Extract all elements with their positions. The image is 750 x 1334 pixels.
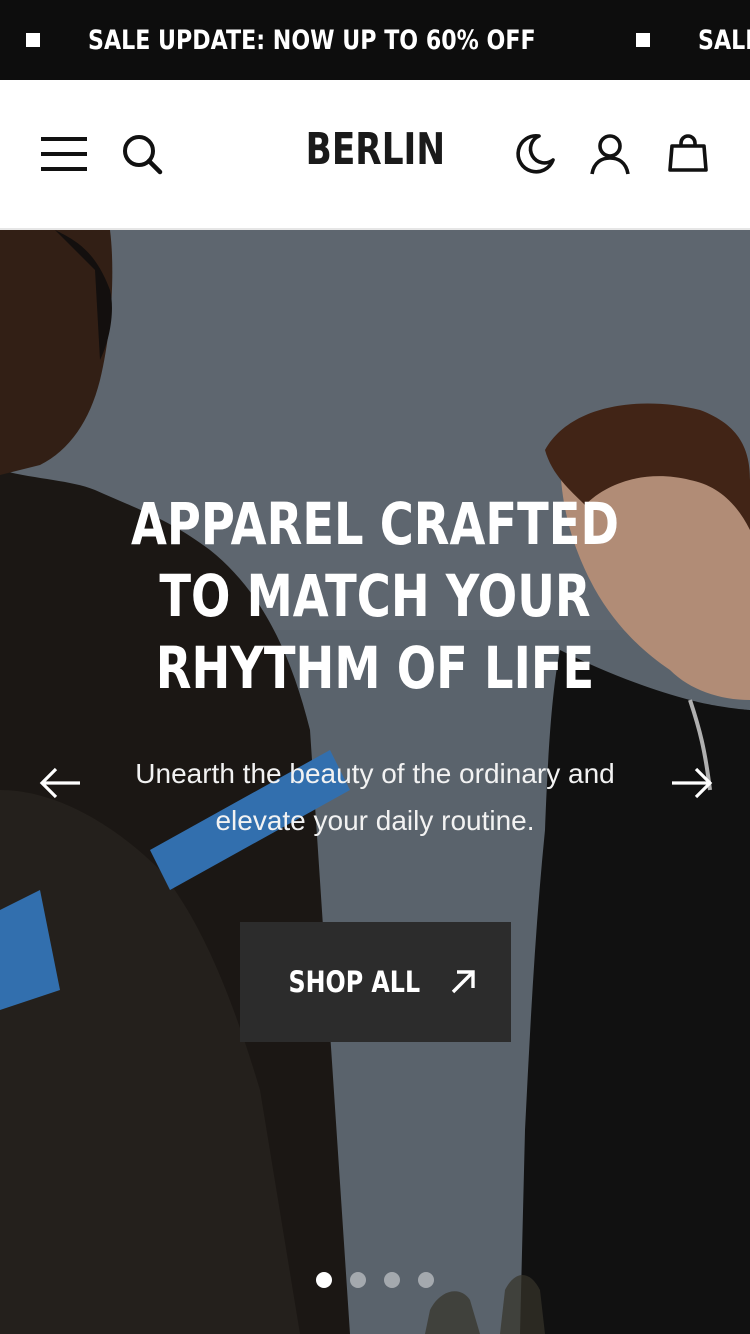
arrow-right-icon <box>672 767 713 799</box>
account-button[interactable] <box>582 126 638 182</box>
arrow-up-right-icon <box>451 970 475 994</box>
theme-toggle-button[interactable] <box>507 126 563 182</box>
hero-title: APPAREL CRAFTED TO MATCH YOUR RHYTHM OF … <box>131 490 619 702</box>
announcement-item: SALE UPDATE: NOW UP TO 60% OFF <box>26 25 596 56</box>
announcement-text: SALE UPDATE: NOW UP TO 60% OFF <box>88 24 536 56</box>
slide-pagination <box>0 1272 750 1288</box>
cart-button[interactable] <box>660 126 716 182</box>
announcement-item: SALE UPDATE: NOW UP TO 60% OFF <box>635 24 750 56</box>
announcement-track: SALE UPDATE: NOW UP TO 60% OFF SALE UPDA… <box>26 0 750 80</box>
hero-slideshow: APPAREL CRAFTED TO MATCH YOUR RHYTHM OF … <box>0 230 750 1334</box>
moon-icon <box>516 133 555 174</box>
slide-dot-2[interactable] <box>350 1272 366 1288</box>
square-bullet-icon <box>635 33 650 47</box>
announcement-text: SALE UPDATE: NOW UP TO 60% OFF <box>697 24 750 56</box>
user-icon <box>590 134 630 175</box>
site-header: BERLIN <box>0 80 750 230</box>
bag-icon <box>668 134 708 172</box>
slide-dot-3[interactable] <box>384 1272 400 1288</box>
square-bullet-icon <box>26 33 40 47</box>
next-slide-button[interactable] <box>662 753 722 813</box>
announcement-bar: SALE UPDATE: NOW UP TO 60% OFF SALE UPDA… <box>0 0 750 80</box>
arrow-left-icon <box>39 767 80 799</box>
slide-dot-1[interactable] <box>316 1272 332 1288</box>
previous-slide-button[interactable] <box>30 753 90 813</box>
shop-all-button[interactable]: SHOP ALL <box>240 922 511 1042</box>
slide-dot-4[interactable] <box>418 1272 434 1288</box>
hero-subtitle: Unearth the beauty of the ordinary and e… <box>135 758 615 836</box>
